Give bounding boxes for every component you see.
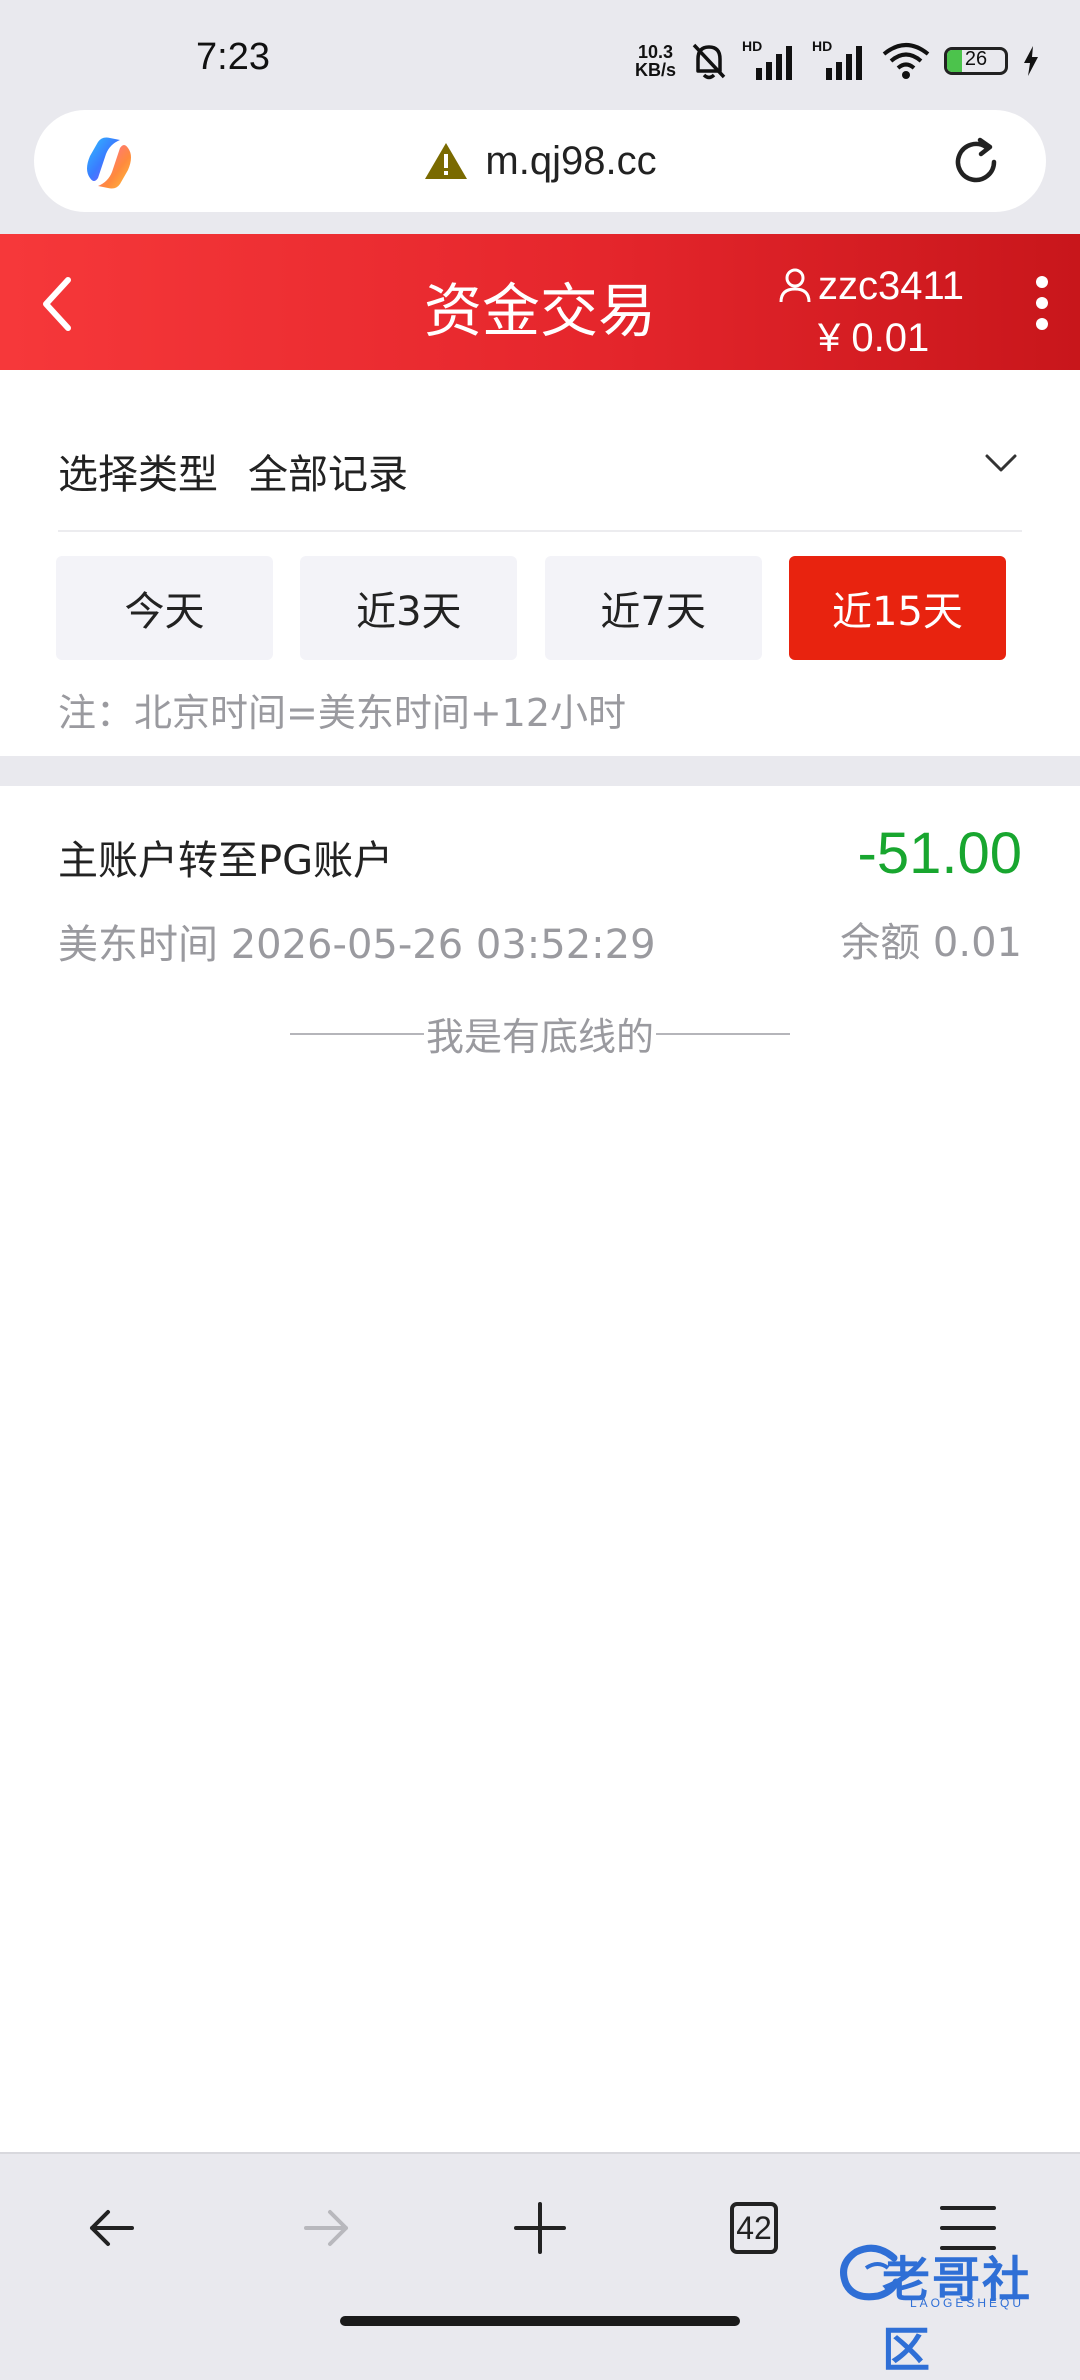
username: zzc3411	[818, 264, 965, 308]
signal-icon	[826, 46, 862, 80]
more-dot	[1036, 276, 1048, 288]
reload-icon[interactable]	[950, 136, 1002, 188]
user-info[interactable]: zzc3411 ¥ 0.01	[770, 264, 990, 374]
home-indicator[interactable]	[340, 2316, 740, 2326]
mute-bell-icon	[692, 43, 726, 80]
tabs-count: 42	[736, 2209, 772, 2246]
type-select[interactable]: 选择类型 全部记录	[58, 370, 1022, 532]
forward-arrow-icon[interactable]	[290, 2192, 362, 2264]
watermark-text: 老哥社区	[882, 2252, 1033, 2378]
more-menu-icon[interactable]	[1034, 276, 1050, 330]
records-list: 主账户转至PG账户 -51.00 美东时间 2026-05-26 03:52:2…	[0, 786, 1080, 2152]
watermark-logo: 老哥社区 LAOGESHEQU	[836, 2236, 1068, 2378]
tabs-button[interactable]: 42	[718, 2192, 790, 2264]
range-7days-button[interactable]: 近7天	[544, 556, 762, 660]
signal-icon	[756, 46, 792, 80]
type-label: 选择类型	[58, 452, 218, 498]
range-today-button[interactable]: 今天	[56, 556, 273, 660]
page-header: 资金交易 zzc3411 ¥ 0.01	[0, 234, 1080, 370]
url-text: m.qj98.cc	[485, 138, 657, 183]
user-icon	[779, 268, 811, 303]
net-speed-unit: KB/s	[634, 60, 676, 80]
battery-icon: 26	[944, 47, 1008, 75]
end-of-list-text: 我是有底线的	[425, 1015, 654, 1059]
divider	[656, 1032, 790, 1035]
status-time: 7:23	[196, 36, 270, 78]
net-speed-value: 10.3	[637, 42, 674, 62]
warning-icon	[425, 143, 468, 179]
more-dot	[1036, 318, 1048, 330]
status-bar: 7:23 10.3 KB/s HD HD 26	[0, 0, 1080, 108]
more-dot	[1036, 297, 1048, 309]
watermark-subtext: LAOGESHEQU	[910, 2296, 1025, 2310]
range-3days-button[interactable]: 近3天	[300, 556, 518, 660]
url-display: m.qj98.cc	[34, 110, 1046, 212]
divider	[289, 1032, 424, 1035]
browser-logo-icon[interactable]	[80, 134, 138, 192]
plus-icon[interactable]	[504, 2192, 576, 2264]
filter-panel: 选择类型 全部记录 今天 近3天 近7天 近15天 注：北京时间=美东时间+12…	[0, 370, 1080, 756]
battery-level: 26	[964, 48, 988, 70]
net-speed: 10.3 KB/s	[635, 43, 676, 79]
user-balance: ¥ 0.01	[818, 316, 930, 360]
chevron-down-icon	[985, 454, 1017, 472]
signal-sim1: HD	[742, 38, 798, 80]
end-of-list: 我是有底线的	[0, 1006, 1080, 1061]
record-title: 主账户转至PG账户	[58, 838, 394, 884]
type-value: 全部记录	[248, 452, 408, 498]
url-bar[interactable]: m.qj98.cc	[34, 110, 1046, 212]
record-time: 美东时间 2026-05-26 03:52:29	[58, 922, 656, 968]
range-15days-button[interactable]: 近15天	[788, 556, 1006, 660]
wifi-icon	[882, 43, 930, 79]
status-icons: 10.3 KB/s HD HD 26	[635, 38, 1040, 84]
date-range-buttons: 今天 近3天 近7天 近15天	[56, 556, 1006, 660]
record-balance: 余额 0.01	[840, 920, 1022, 966]
charging-icon	[1024, 46, 1038, 76]
list-item[interactable]: 主账户转至PG账户 -51.00 美东时间 2026-05-26 03:52:2…	[58, 786, 1022, 986]
record-amount: -51.00	[857, 821, 1022, 886]
signal-sim2: HD	[812, 38, 868, 80]
timezone-note: 注：北京时间=美东时间+12小时	[58, 691, 627, 735]
back-arrow-icon[interactable]	[76, 2192, 148, 2264]
